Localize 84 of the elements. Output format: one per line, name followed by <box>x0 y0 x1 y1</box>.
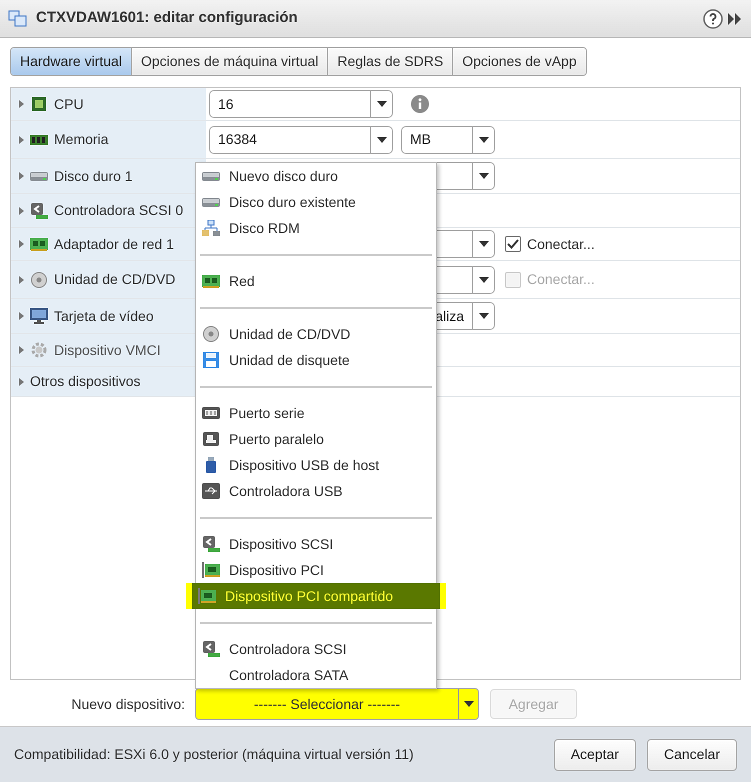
menu-item[interactable]: Dispositivo SCSI <box>196 531 436 557</box>
menu-item[interactable]: Dispositivo USB de host <box>196 452 436 478</box>
caret-icon <box>376 101 386 107</box>
network-card-icon <box>30 236 48 252</box>
device-label: Tarjeta de vídeo <box>54 306 154 326</box>
new-device-label: Nuevo dispositivo: <box>70 694 185 714</box>
device-label: Controladora SCSI 0 <box>54 201 184 220</box>
caret-icon <box>478 173 488 179</box>
menu-item[interactable]: Disco RDM <box>196 215 436 241</box>
menu-item[interactable]: Controladora USB <box>196 478 436 504</box>
checkbox[interactable] <box>505 236 521 252</box>
dropdown[interactable]: 16384 <box>209 126 393 154</box>
dropdown-value: aliza <box>435 306 464 326</box>
menu-item[interactable]: Controladora SATA <box>196 662 436 688</box>
menu-item[interactable]: Dispositivo PCI compartido <box>192 583 440 609</box>
expand-arrow-icon[interactable] <box>19 312 24 320</box>
virtual-machine-icon <box>8 10 28 28</box>
caret-icon <box>464 701 474 707</box>
help-icon[interactable] <box>703 8 723 28</box>
menu-item[interactable]: Unidad de disquete <box>196 347 436 373</box>
usb-icon <box>202 483 220 499</box>
expand-arrow-icon[interactable] <box>19 378 24 386</box>
dialog-button[interactable]: Aceptar <box>554 738 636 770</box>
device-label: Disco duro 1 <box>54 166 133 186</box>
info-icon[interactable] <box>411 95 429 113</box>
floppy-icon <box>202 352 220 368</box>
caret-icon <box>376 136 386 142</box>
device-label: Adaptador de red 1 <box>54 234 174 254</box>
window-title: CTXVDAW1601: editar configuración <box>36 8 298 28</box>
device-label: Unidad de CD/DVD <box>54 270 176 289</box>
menu-item[interactable]: Dispositivo PCI <box>196 557 436 583</box>
menu-item[interactable]: Red <box>196 268 436 294</box>
gear-icon <box>30 342 48 358</box>
dropdown-value: ------- Seleccionar ------- <box>252 694 402 714</box>
device-label: Memoria <box>54 130 108 149</box>
disc-icon <box>30 272 48 288</box>
expand-arrow-icon[interactable] <box>19 100 24 108</box>
menu-item[interactable]: Unidad de CD/DVD <box>196 321 436 347</box>
tab[interactable]: Reglas de SDRS <box>328 48 454 75</box>
printer-icon <box>202 431 220 447</box>
expand-arrow-icon[interactable] <box>19 240 24 248</box>
expand-arrow-icon[interactable] <box>19 172 24 180</box>
expand-icon[interactable] <box>727 12 743 26</box>
port-icon <box>202 405 220 421</box>
dialog-button[interactable]: Cancelar <box>646 738 737 770</box>
menu-item[interactable]: Disco duro existente <box>196 189 436 215</box>
device-label: Dispositivo VMCI <box>54 340 161 360</box>
menu-item[interactable]: Nuevo disco duro <box>196 163 436 189</box>
device-type-dropdown[interactable]: ------- Seleccionar ------- <box>195 688 479 720</box>
dropdown-value: 16 <box>218 94 234 114</box>
linked-disks-icon <box>202 220 220 236</box>
expansion-card-icon <box>198 588 216 604</box>
controller-icon <box>202 641 220 657</box>
controller-icon <box>202 536 220 552</box>
caret-icon <box>478 241 488 247</box>
dropdown[interactable]: 16 <box>209 90 393 118</box>
monitor-icon <box>30 308 48 324</box>
menu-item[interactable]: Puerto paralelo <box>196 426 436 452</box>
compatibility-text: Compatibilidad: ESXi 6.0 y posterior (máquina virtual versión 11) <box>14 745 414 764</box>
dropdown-value: MB <box>410 130 431 149</box>
network-card-icon <box>202 273 220 289</box>
disc-icon <box>202 326 220 342</box>
tab[interactable]: Opciones de máquina virtual <box>132 48 328 75</box>
checkbox-label: Conectar... <box>527 270 595 289</box>
checkbox-label: Conectar... <box>527 234 595 254</box>
controller-icon <box>30 202 48 218</box>
chip-icon <box>30 96 48 112</box>
expand-arrow-icon[interactable] <box>19 206 24 214</box>
dropdown-value: 16384 <box>218 130 257 149</box>
caret-icon <box>478 276 488 282</box>
expansion-card-icon <box>202 562 220 578</box>
expand-arrow-icon[interactable] <box>19 136 24 144</box>
device-label: Otros dispositivos <box>30 372 140 391</box>
check-icon <box>507 239 519 249</box>
caret-icon <box>478 136 488 142</box>
expand-arrow-icon[interactable] <box>19 346 24 354</box>
menu-item[interactable]: Controladora SCSI <box>196 636 436 662</box>
tab[interactable]: Hardware virtual <box>11 48 132 75</box>
device-label: CPU <box>54 94 84 114</box>
expand-arrow-icon[interactable] <box>19 276 24 284</box>
caret-icon <box>478 313 488 319</box>
menu-item[interactable]: Puerto serie <box>196 400 436 426</box>
tab[interactable]: Opciones de vApp <box>453 48 586 75</box>
dropdown[interactable]: MB <box>401 126 495 154</box>
